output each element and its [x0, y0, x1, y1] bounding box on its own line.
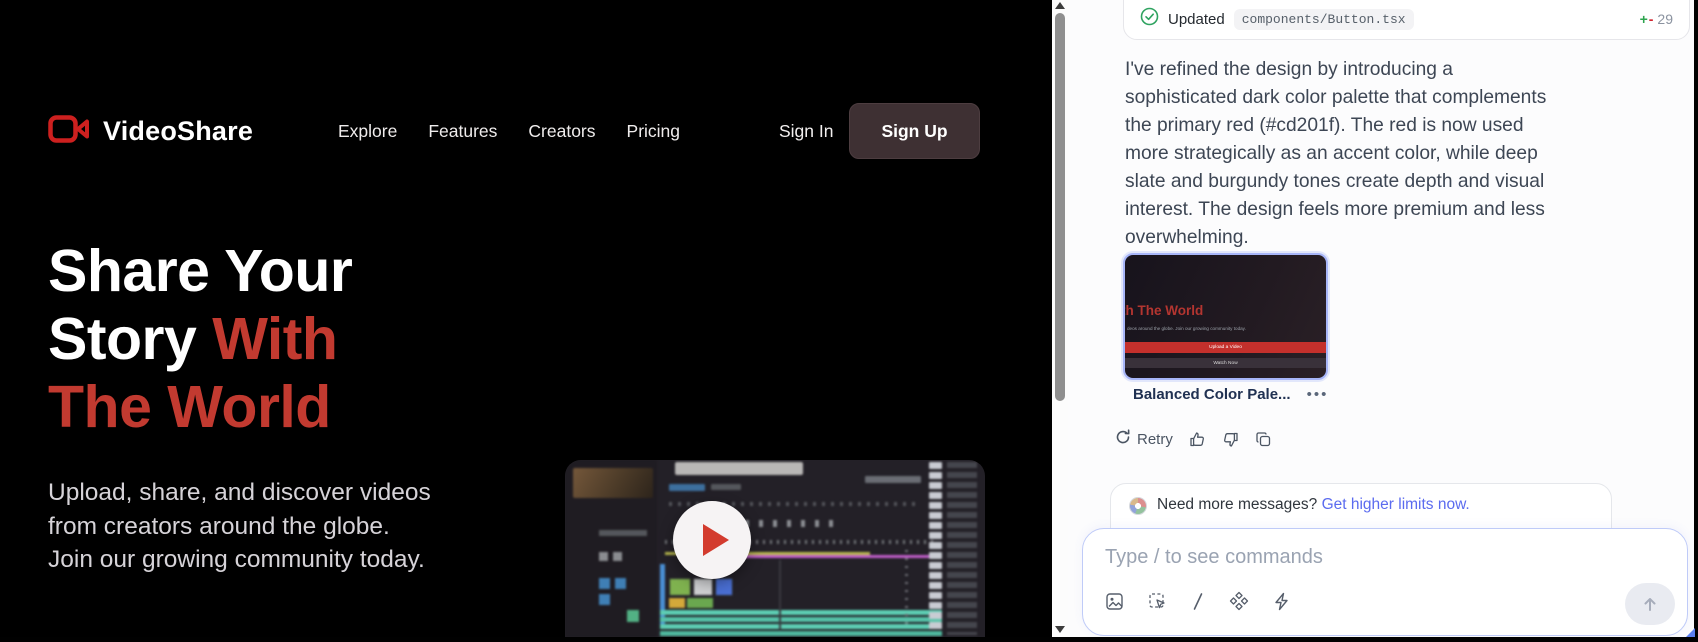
- limits-text: Need more messages? Get higher limits no…: [1157, 496, 1470, 514]
- more-options-icon[interactable]: •••: [1307, 386, 1329, 403]
- hero-line1: Share Your: [48, 238, 352, 304]
- diff-added: +: [1640, 11, 1648, 27]
- scrollbar-up-arrow-icon[interactable]: [1055, 2, 1065, 9]
- tool-status-label: Updated: [1168, 11, 1225, 28]
- scrollbar-down-arrow-icon[interactable]: [1055, 626, 1065, 633]
- version-row: Balanced Color Pale... •••: [1133, 386, 1328, 403]
- composer-toolbar: [1105, 591, 1290, 611]
- nav-link-explore[interactable]: Explore: [338, 121, 397, 142]
- window-bottom-edge: [0, 637, 1698, 642]
- hero-video-card: [565, 460, 985, 637]
- nav-link-creators[interactable]: Creators: [528, 121, 595, 142]
- thumb-secondary-button: Watch Now: [1125, 358, 1326, 368]
- composer: Type / to see commands: [1082, 528, 1688, 636]
- brand-logo[interactable]: VideoShare: [48, 103, 253, 159]
- video-editor-image: [565, 460, 985, 637]
- play-icon: [703, 524, 729, 556]
- brand-name: VideoShare: [103, 116, 253, 147]
- blocks-diamond-icon[interactable]: [1229, 591, 1249, 611]
- thumb-primary-button: Upload a Video: [1125, 342, 1326, 353]
- hero-line3: The World: [48, 374, 331, 440]
- select-element-icon[interactable]: [1148, 592, 1167, 611]
- nav-link-features[interactable]: Features: [428, 121, 497, 142]
- site-preview-panel: VideoShare Explore Features Creators Pri…: [0, 0, 1052, 637]
- resize-handle[interactable]: [1686, 628, 1695, 637]
- sign-in-link[interactable]: Sign In: [779, 103, 833, 159]
- retry-button[interactable]: Retry: [1115, 429, 1173, 449]
- nav-links: Explore Features Creators Pricing: [338, 103, 680, 159]
- scrollbar-thumb[interactable]: [1055, 13, 1065, 401]
- thumb-hero-subtitle: deos around the globe. Join our growing …: [1127, 326, 1246, 331]
- message-actions: Retry: [1115, 429, 1272, 449]
- video-camera-icon: [48, 114, 90, 149]
- hero-line2-white: Story: [48, 306, 212, 372]
- hero-title: Share Your Story With The World: [48, 237, 352, 441]
- diff-removed: -: [1649, 11, 1654, 27]
- version-label[interactable]: Balanced Color Pale...: [1133, 386, 1291, 403]
- retry-label: Retry: [1137, 431, 1173, 448]
- version-thumbnail[interactable]: th The World deos around the globe. Join…: [1123, 253, 1328, 380]
- tool-file-path: components/Button.tsx: [1234, 9, 1414, 30]
- composer-input[interactable]: Type / to see commands: [1105, 546, 1607, 569]
- preview-scrollbar[interactable]: [1052, 0, 1068, 637]
- attach-image-icon[interactable]: [1105, 592, 1124, 611]
- lightning-icon[interactable]: [1273, 592, 1290, 611]
- diff-stat-badge: + - 29: [1640, 11, 1673, 27]
- window-right-edge: [1694, 0, 1698, 642]
- slash-command-icon[interactable]: [1191, 592, 1205, 611]
- send-button[interactable]: [1625, 583, 1675, 625]
- hero-subtitle: Upload, share, and discover videos from …: [48, 476, 440, 577]
- nav-link-pricing[interactable]: Pricing: [627, 121, 681, 142]
- copy-icon[interactable]: [1255, 431, 1272, 448]
- sign-up-button[interactable]: Sign Up: [849, 103, 980, 159]
- thumbs-down-icon[interactable]: [1222, 431, 1239, 448]
- thumbs-up-icon[interactable]: [1189, 431, 1206, 448]
- hero-line2-accent: With: [212, 306, 337, 372]
- retry-icon: [1115, 429, 1131, 449]
- arrow-up-icon: [1641, 595, 1659, 613]
- tool-update-card[interactable]: Updated components/Button.tsx + - 29: [1123, 0, 1690, 40]
- site-navbar: VideoShare Explore Features Creators Pri…: [0, 103, 1052, 159]
- limits-upgrade-link[interactable]: Get higher limits now.: [1322, 496, 1470, 513]
- editor-clip-list: [929, 462, 942, 629]
- thumb-hero-title: th The World: [1123, 303, 1203, 318]
- play-button[interactable]: [673, 501, 751, 579]
- logo-pinwheel-icon: [1129, 497, 1147, 515]
- diff-count: 29: [1657, 11, 1673, 27]
- assistant-message: I've refined the design by introducing a…: [1125, 56, 1570, 252]
- chat-panel: Updated components/Button.tsx + - 29 I'v…: [1068, 0, 1694, 637]
- check-circle-icon: [1140, 7, 1159, 31]
